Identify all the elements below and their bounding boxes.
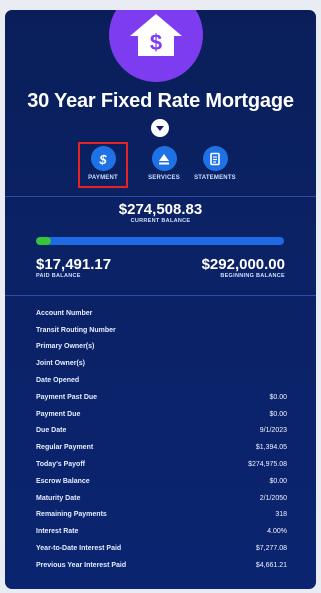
- beginning-balance-value: $292,000.00: [201, 256, 285, 273]
- detail-label: Primary Owner(s): [36, 343, 95, 351]
- mortgage-account-card: $ 30 Year Fixed Rate Mortgage $ PAYMENT: [5, 10, 316, 589]
- detail-value: 4.00%: [267, 528, 287, 536]
- paid-progress-bar: [36, 237, 284, 245]
- detail-value: $7,277.08: [255, 545, 287, 553]
- detail-row: Today's Payoff $274,975.08: [36, 456, 287, 473]
- paid-progress-fill: [36, 237, 51, 245]
- paid-balance: $17,491.17 PAID BALANCE: [36, 256, 111, 279]
- document-icon: [202, 146, 228, 171]
- detail-label: Account Number: [36, 309, 93, 317]
- beginning-balance: $292,000.00 BEGINNING BALANCE: [202, 256, 285, 279]
- detail-row: Interest Rate 4.00%: [36, 523, 287, 540]
- detail-label: Remaining Payments: [36, 511, 107, 519]
- current-balance: $274,508.83 CURRENT BALANCE: [5, 201, 316, 224]
- detail-row: Maturity Date 2/1/2050: [36, 490, 287, 507]
- paid-balance-value: $17,491.17: [36, 256, 112, 273]
- detail-label: Joint Owner(s): [36, 360, 86, 368]
- house-dollar-icon: $: [130, 14, 182, 56]
- svg-text:$: $: [150, 30, 162, 55]
- detail-label: Year-to-Date Interest Paid: [36, 545, 122, 553]
- divider: [5, 196, 316, 197]
- detail-row: Joint Owner(s): [36, 355, 287, 372]
- detail-value: $274,975.08: [248, 461, 287, 469]
- detail-label: Maturity Date: [36, 494, 81, 502]
- detail-row: Payment Due $0.00: [36, 406, 287, 423]
- detail-label: Escrow Balance: [36, 477, 90, 485]
- detail-row: Primary Owner(s): [36, 339, 287, 356]
- detail-value: $0.00: [269, 477, 287, 485]
- detail-label: Due Date: [36, 427, 67, 435]
- detail-label: Payment Past Due: [36, 393, 98, 401]
- divider: [5, 295, 316, 296]
- detail-row: Payment Past Due $0.00: [36, 389, 287, 406]
- detail-row: Escrow Balance $0.00: [36, 473, 287, 490]
- current-balance-label: CURRENT BALANCE: [130, 218, 191, 224]
- payment-label: PAYMENT: [88, 175, 118, 181]
- detail-value: 2/1/2050: [259, 494, 287, 502]
- detail-row: Regular Payment $1,394.05: [36, 439, 287, 456]
- detail-label: Date Opened: [36, 377, 80, 385]
- payment-button[interactable]: $ PAYMENT: [78, 142, 128, 188]
- detail-row: Year-to-Date Interest Paid $7,277.08: [36, 540, 287, 557]
- detail-value: $1,394.05: [255, 444, 287, 452]
- detail-row: Date Opened: [36, 372, 287, 389]
- detail-value: 9/1/2023: [259, 427, 287, 435]
- beginning-balance-label: BEGINNING BALANCE: [220, 273, 285, 279]
- current-balance-value: $274,508.83: [118, 201, 203, 218]
- statements-button[interactable]: STATEMENTS: [185, 144, 245, 181]
- dollar-icon: $: [90, 146, 116, 171]
- paid-balance-label: PAID BALANCE: [36, 273, 81, 279]
- account-details-list: Account Number Transit Routing Number Prim…: [36, 305, 287, 574]
- detail-value: $4,661.21: [255, 561, 287, 569]
- detail-row: Previous Year Interest Paid $4,661.21: [36, 557, 287, 574]
- detail-row: Due Date 9/1/2023: [36, 423, 287, 440]
- detail-row: Account Number: [36, 305, 287, 322]
- house-dollar-logo: $: [109, 10, 203, 82]
- svg-text:$: $: [98, 152, 107, 166]
- detail-value: 318: [275, 511, 287, 519]
- detail-label: Previous Year Interest Paid: [36, 561, 127, 569]
- chevron-down-icon: [156, 126, 164, 131]
- statements-label: STATEMENTS: [194, 175, 236, 181]
- detail-label: Regular Payment: [36, 444, 94, 452]
- detail-value: $0.00: [269, 393, 287, 401]
- eject-icon: [151, 146, 177, 171]
- detail-label: Today's Payoff: [36, 461, 85, 469]
- detail-row: Transit Routing Number: [36, 322, 287, 339]
- detail-label: Interest Rate: [36, 528, 79, 536]
- detail-label: Payment Due: [36, 410, 81, 418]
- detail-row: Remaining Payments 318: [36, 507, 287, 524]
- page-title: 30 Year Fixed Rate Mortgage: [27, 90, 294, 112]
- detail-value: $0.00: [269, 410, 287, 418]
- account-dropdown-toggle[interactable]: [151, 119, 169, 137]
- detail-label: Transit Routing Number: [36, 326, 116, 334]
